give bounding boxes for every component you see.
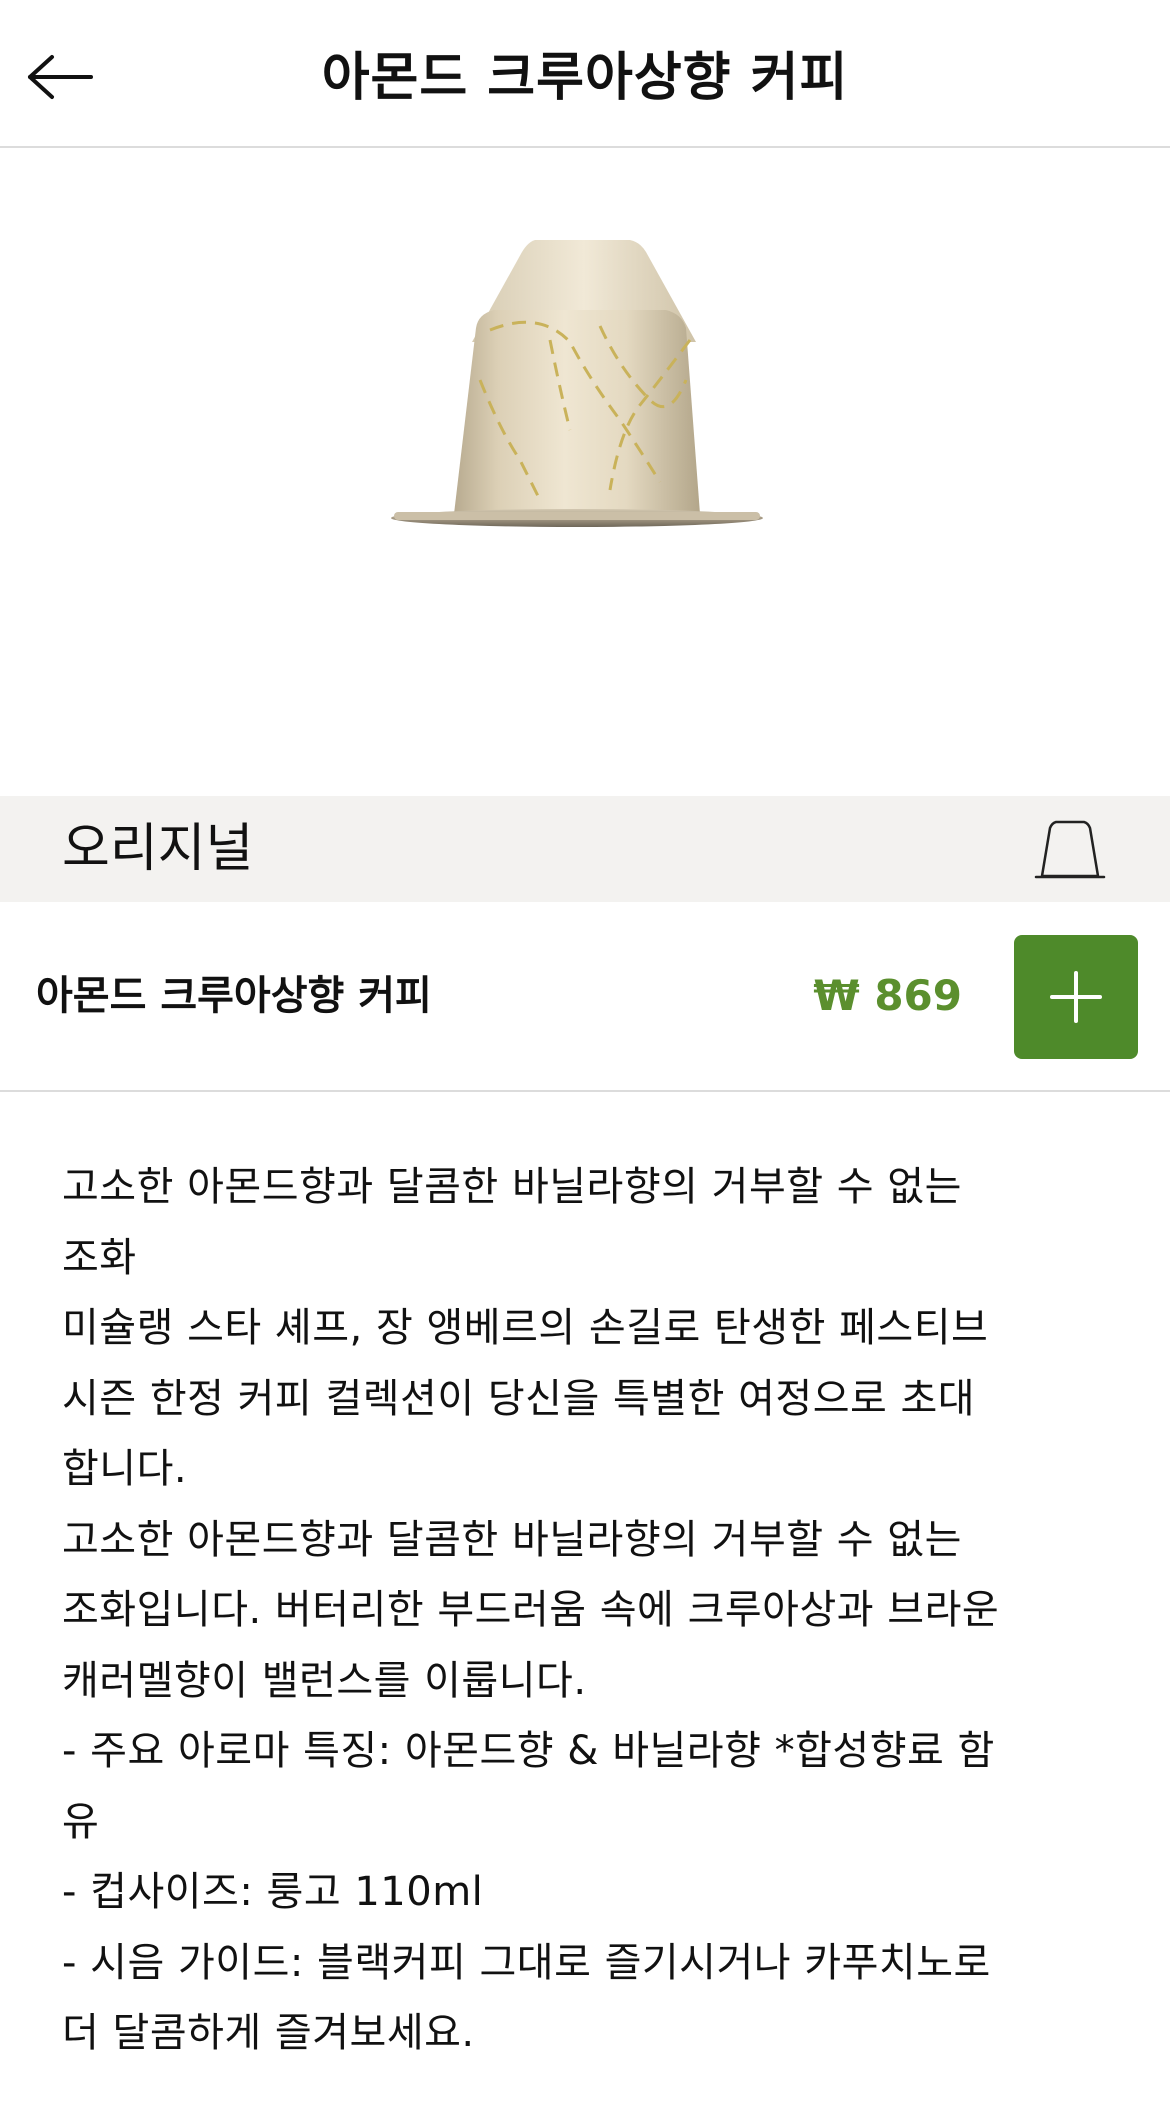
category-header: 오리지널	[0, 796, 1170, 902]
description-line: 미슐랭 스타 셰프, 장 앵베르의 손길로 탄생한 페스티브	[62, 1305, 989, 1351]
description-line: - 시음 가이드: 블랙커피 그대로 즐기시거나 카푸치노로	[62, 1939, 991, 1986]
product-description: 고소한 아몬드향과 달콤한 바닐라향의 거부할 수 없는 조화 미슐랭 스타 셰…	[62, 1152, 1112, 2069]
product-row: 아몬드 크루아상향 커피 ₩ 869	[0, 902, 1170, 1092]
product-name: 아몬드 크루아상향 커피	[36, 973, 432, 1019]
plus-icon	[1050, 971, 1102, 1023]
coffee-capsule-image	[391, 240, 763, 527]
capsule-outline-icon	[1034, 820, 1106, 879]
category-label: 오리지널	[62, 819, 254, 879]
description-line: 조화입니다. 버터리한 부드러움 속에 크루아상과 브라운	[62, 1587, 1000, 1633]
description-line: - 컵사이즈: 룽고 110ml	[62, 1869, 484, 1915]
description-line: - 주요 아로마 특징: 아몬드향 & 바닐라향 *합성향료 함	[62, 1728, 995, 1774]
product-price: ₩ 869	[813, 971, 962, 1020]
description-line: 캐러멜향이 밸런스를 이룹니다.	[62, 1657, 587, 1704]
description-line: 유	[62, 1798, 100, 1845]
description-line: 합니다.	[62, 1446, 188, 1492]
top-app-bar: 아몬드 크루아상향 커피	[0, 0, 1170, 148]
description-line: 더 달콤하게 즐겨보세요.	[62, 2010, 475, 2056]
description-line: 고소한 아몬드향과 달콤한 바닐라향의 거부할 수 없는	[62, 1516, 962, 1563]
product-hero	[0, 148, 1170, 796]
description-line: 조화	[62, 1234, 137, 1281]
description-line: 고소한 아몬드향과 달콤한 바닐라향의 거부할 수 없는	[62, 1164, 962, 1210]
description-line: 시즌 한정 커피 컬렉션이 당신을 특별한 여정으로 초대	[62, 1375, 976, 1422]
add-to-cart-button[interactable]	[1014, 935, 1138, 1059]
page-title: 아몬드 크루아상향 커피	[321, 48, 849, 108]
